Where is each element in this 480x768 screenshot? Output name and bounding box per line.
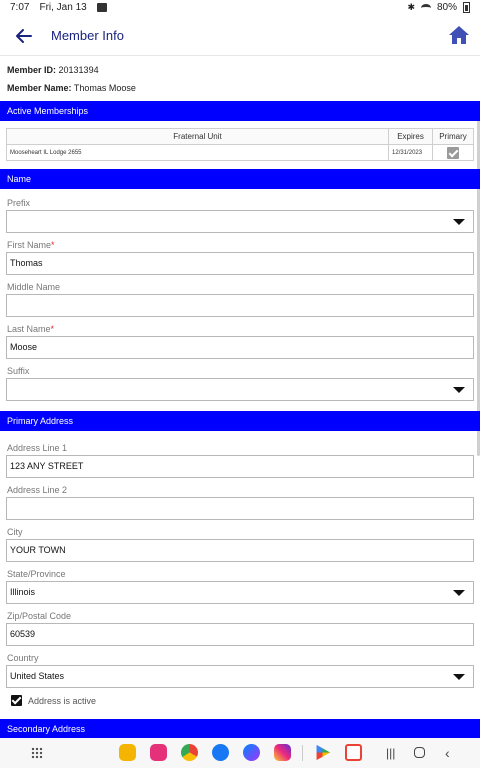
- zip-input[interactable]: 60539: [6, 623, 474, 646]
- section-active-memberships: Active Memberships: [0, 101, 480, 121]
- cell-primary: [432, 144, 474, 161]
- member-id-value: 20131394: [58, 65, 99, 75]
- bluetooth-icon: ✱: [407, 2, 415, 12]
- table-row[interactable]: Mooseheart IL Lodge 2655 12/31/2023: [5, 144, 474, 161]
- dropdown-caret-icon: [453, 674, 465, 680]
- address-active-label: Address is active: [28, 696, 97, 706]
- cell-unit: Mooseheart IL Lodge 2655: [5, 144, 390, 161]
- required-marker: *: [51, 240, 55, 250]
- zip-label: Zip/Postal Code: [7, 611, 72, 621]
- address-line2-label: Address Line 2: [7, 485, 68, 495]
- last-name-label: Last Name*: [7, 324, 55, 334]
- address-active-checkbox[interactable]: [11, 695, 22, 706]
- files-app-icon[interactable]: [119, 744, 136, 761]
- member-form[interactable]: Member ID: 20131394 Member Name: Thomas …: [0, 56, 480, 738]
- facebook-icon[interactable]: [212, 744, 229, 761]
- prefix-select[interactable]: [6, 210, 474, 233]
- section-secondary-address: Secondary Address: [0, 719, 480, 738]
- messenger-icon[interactable]: [243, 744, 260, 761]
- address-line1-input[interactable]: 123 ANY STREET: [6, 455, 474, 478]
- instagram-icon[interactable]: [274, 744, 291, 761]
- col-primary: Primary: [432, 128, 474, 145]
- member-name-row: Member Name: Thomas Moose: [7, 83, 136, 93]
- cell-expires: 12/31/2023: [388, 144, 434, 161]
- member-id-row: Member ID: 20131394: [7, 65, 99, 75]
- middle-name-label: Middle Name: [7, 282, 61, 292]
- first-name-label: First Name*: [7, 240, 55, 250]
- flower-app-icon[interactable]: [150, 744, 167, 761]
- home-nav-icon[interactable]: [414, 747, 425, 758]
- dropdown-caret-icon: [453, 590, 465, 596]
- city-label: City: [7, 527, 23, 537]
- member-id-label: Member ID:: [7, 65, 57, 75]
- battery-percent: 80%: [436, 2, 457, 13]
- section-name: Name: [0, 169, 480, 189]
- member-name-value: Thomas Moose: [73, 83, 136, 93]
- country-value: United States: [10, 671, 65, 681]
- state-value: Illinois: [10, 587, 36, 597]
- col-expires: Expires: [388, 128, 434, 145]
- required-marker: *: [50, 324, 55, 334]
- home-icon[interactable]: [448, 25, 470, 45]
- col-fraternal-unit: Fraternal Unit: [5, 128, 390, 145]
- primary-checkbox: [447, 146, 459, 159]
- clock: 7:07: [10, 2, 30, 13]
- state-select[interactable]: Illinois: [6, 581, 474, 604]
- address-line1-label: Address Line 1: [7, 443, 68, 453]
- chrome-icon[interactable]: [181, 744, 198, 761]
- status-bar: 7:07 Fri, Jan 13 ✱ 80%: [0, 0, 480, 16]
- section-primary-address: Primary Address: [0, 411, 480, 431]
- dropdown-caret-icon: [453, 219, 465, 225]
- suffix-label: Suffix: [7, 366, 30, 376]
- page-title: Member Info: [51, 28, 124, 43]
- suffix-select[interactable]: [6, 378, 474, 401]
- app-bar: Member Info: [0, 16, 480, 56]
- last-name-input[interactable]: Moose: [6, 336, 474, 359]
- prefix-label: Prefix: [7, 198, 31, 208]
- back-nav-icon[interactable]: ‹: [445, 746, 450, 760]
- battery-icon: [463, 2, 470, 13]
- member-name-label: Member Name:: [7, 83, 72, 93]
- system-nav-bar: ||| ‹: [0, 738, 480, 768]
- back-arrow-icon[interactable]: [12, 24, 36, 48]
- wifi-icon: [420, 3, 431, 12]
- country-select[interactable]: United States: [6, 665, 474, 688]
- play-store-icon[interactable]: [316, 744, 331, 761]
- first-name-input[interactable]: Thomas: [6, 252, 474, 275]
- dropdown-caret-icon: [453, 387, 465, 393]
- gallery-notification-icon: [96, 3, 107, 12]
- app-drawer-icon[interactable]: [31, 747, 43, 759]
- address-line2-input[interactable]: [6, 497, 474, 520]
- country-label: Country: [7, 653, 39, 663]
- recent-apps-icon[interactable]: |||: [386, 746, 395, 760]
- city-input[interactable]: YOUR TOWN: [6, 539, 474, 562]
- middle-name-input[interactable]: [6, 294, 474, 317]
- date: Fri, Jan 13: [39, 2, 87, 13]
- memberships-table: Fraternal Unit Expires Primary Moosehear…: [5, 128, 474, 161]
- gmail-icon[interactable]: [345, 744, 362, 761]
- dock-divider: [302, 745, 303, 761]
- state-label: State/Province: [7, 569, 66, 579]
